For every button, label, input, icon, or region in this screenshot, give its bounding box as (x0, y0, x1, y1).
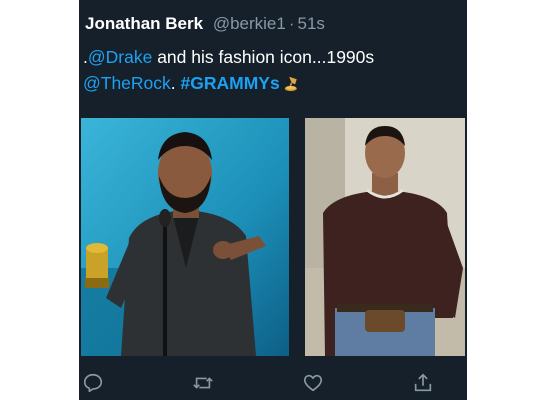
tweet-text: . @Drake and his fashion icon...1990s @Th… (83, 44, 463, 99)
share-button[interactable] (412, 372, 436, 396)
like-button[interactable] (302, 372, 326, 396)
text-dot: . (170, 73, 181, 93)
user-handle[interactable]: @berkie1 (213, 14, 286, 33)
drake-grammys-photo[interactable] (81, 118, 289, 356)
tweet-timestamp[interactable]: 51s (298, 14, 325, 33)
text-middle: and his fashion icon...1990s (152, 47, 375, 67)
gramophone-emoji-icon (284, 73, 301, 99)
display-name[interactable]: Jonathan Berk (85, 14, 203, 33)
heart-icon (303, 374, 323, 392)
media-grid (81, 118, 467, 356)
separator-dot: · (288, 14, 295, 33)
tweet-actions (79, 364, 467, 400)
tweet-header: Jonathan Berk @berkie1 · 51s (85, 14, 325, 34)
retweet-arrows-icon (193, 377, 213, 389)
share-upload-icon (414, 373, 432, 392)
retweet-button[interactable] (191, 372, 215, 396)
reply-button[interactable] (82, 372, 106, 396)
tweet-card: Jonathan Berk @berkie1 · 51s . @Drake and h… (79, 0, 467, 400)
the-rock-1990s-photo[interactable] (305, 118, 465, 356)
speech-bubble-icon (83, 373, 103, 393)
mention-drake[interactable]: @Drake (88, 47, 152, 67)
hashtag-grammys[interactable]: #GRAMMYs (181, 73, 280, 93)
mention-therock[interactable]: @TheRock (83, 73, 171, 93)
